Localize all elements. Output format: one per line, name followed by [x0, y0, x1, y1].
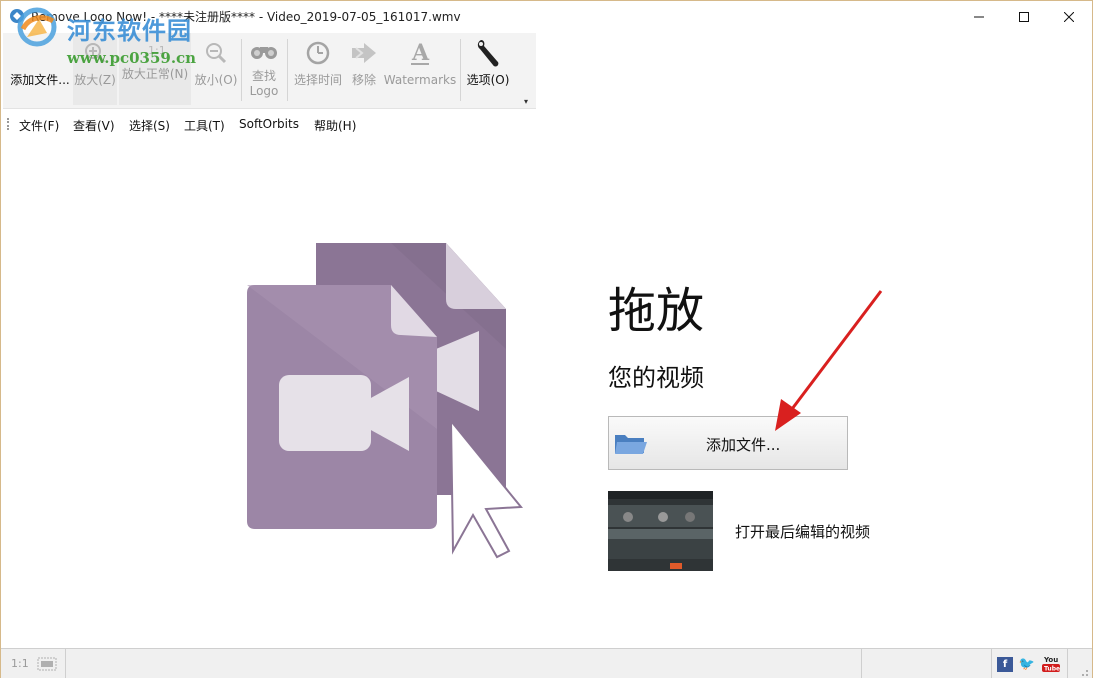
remove-button[interactable]: 移除 [347, 33, 381, 105]
drop-subtitle: 您的视频 [608, 364, 704, 392]
menu-select[interactable]: 选择(S) [129, 117, 170, 134]
app-window: Remove Logo Now! - ****未注册版**** - Video_… [0, 0, 1093, 678]
toolbar-separator [241, 39, 242, 101]
close-icon [1064, 11, 1074, 22]
annotation-arrow-icon [775, 290, 883, 431]
recent-video-thumbnail[interactable] [608, 491, 713, 571]
youtube-icon[interactable]: You Tube [1041, 655, 1061, 673]
menu-softorbits[interactable]: SoftOrbits [239, 117, 299, 131]
clock-icon [300, 33, 336, 73]
watermark-a-icon: A [402, 33, 438, 73]
zoom-ratio-label[interactable]: 1:1 [11, 657, 29, 670]
wrench-icon [470, 33, 506, 73]
zoom-out-button[interactable]: 放小(O) [193, 33, 239, 105]
watermarks-button[interactable]: A Watermarks [383, 33, 457, 105]
facebook-icon[interactable]: f [997, 657, 1013, 672]
binoculars-icon [246, 33, 282, 69]
menu-view[interactable]: 查看(V) [73, 117, 115, 134]
watermark-site-name: 河东软件园 [67, 16, 192, 45]
status-divider [861, 649, 862, 678]
drop-title: 拖放 [608, 283, 705, 339]
minimize-button[interactable] [956, 1, 1002, 32]
svg-text:A: A [411, 40, 430, 66]
recent-file-label[interactable]: 打开最后编辑的视频 [735, 521, 881, 542]
twitter-icon[interactable]: 🐦 [1019, 657, 1035, 672]
status-divider [1067, 649, 1068, 678]
svg-text:You: You [1043, 656, 1058, 664]
status-divider [991, 649, 992, 678]
close-button[interactable] [1046, 1, 1092, 32]
menu-file[interactable]: 文件(F) [19, 117, 59, 134]
menu-grip [7, 118, 9, 130]
select-time-button[interactable]: 选择时间 [291, 33, 345, 105]
menu-tools[interactable]: 工具(T) [184, 117, 225, 134]
remove-arrow-icon [346, 33, 382, 73]
watermark-logo-icon [17, 7, 57, 47]
svg-text:Tube: Tube [1044, 666, 1060, 673]
zoom-out-icon [198, 33, 234, 73]
maximize-icon [1019, 11, 1029, 22]
add-file-button-label: 添加文件... [706, 436, 781, 454]
minimize-icon [974, 16, 984, 17]
video-files-icon [247, 243, 524, 559]
menu-help[interactable]: 帮助(H) [314, 117, 356, 134]
maximize-button[interactable] [1001, 1, 1047, 32]
options-button[interactable]: 选项(O) [463, 33, 513, 105]
watermark-url: www.pc0359.cn [67, 49, 197, 67]
status-divider [65, 649, 66, 678]
find-logo-button[interactable]: 查找 Logo [245, 33, 283, 105]
toolbar-separator [460, 39, 461, 101]
resize-grip-icon[interactable] [1079, 667, 1089, 677]
toolbar-overflow-icon[interactable]: ▾ [524, 97, 528, 106]
toolbar-separator [287, 39, 288, 101]
folder-icon [615, 435, 647, 454]
fit-window-icon[interactable] [37, 657, 57, 671]
status-bar: 1:1 f 🐦 You Tube [1, 648, 1092, 678]
